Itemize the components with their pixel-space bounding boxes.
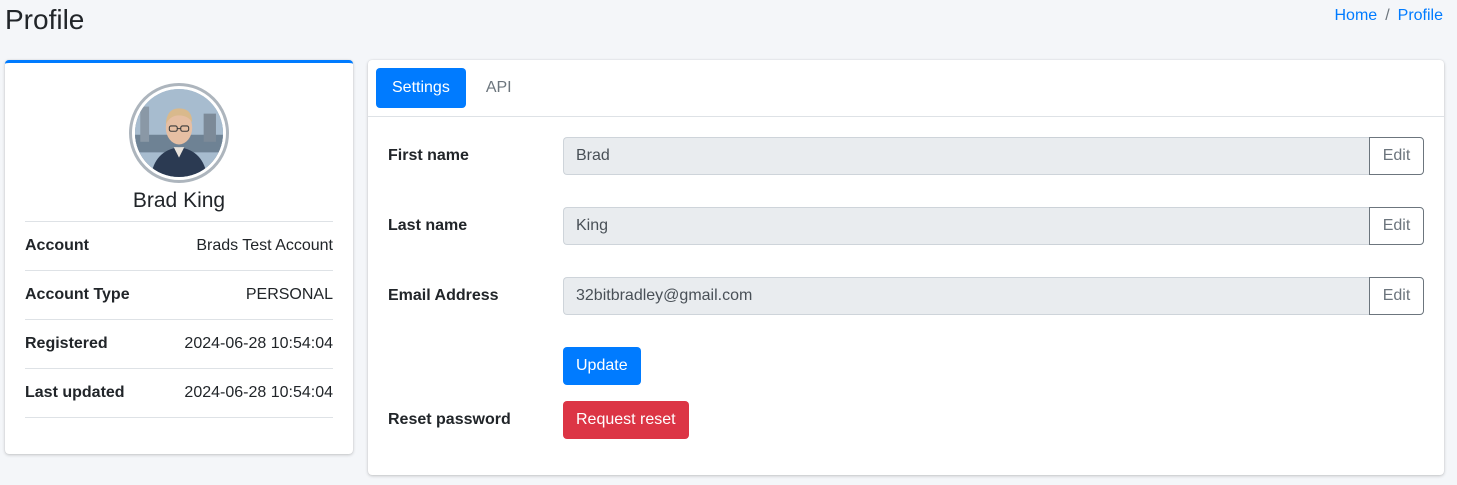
first-name-edit-button[interactable]: Edit (1369, 137, 1424, 175)
info-label: Account Type (25, 286, 130, 303)
breadcrumb: Home / Profile (1335, 7, 1444, 25)
info-row-registered: Registered 2024-06-28 10:54:04 (25, 320, 333, 369)
first-name-row: First name Edit (388, 137, 1424, 175)
first-name-group: Edit (563, 137, 1424, 175)
avatar (129, 83, 229, 183)
email-label: Email Address (388, 287, 499, 304)
profile-card: Brad King Account Brads Test Account Acc… (5, 60, 353, 454)
last-name-label: Last name (388, 217, 468, 234)
settings-card: Settings API First name Edit Last name E… (368, 60, 1444, 475)
tab-bar: Settings API (368, 60, 1444, 117)
page-title: Profile (5, 4, 85, 35)
email-row: Email Address Edit (388, 277, 1424, 315)
info-value: Brads Test Account (196, 237, 333, 254)
info-label: Account (25, 237, 89, 254)
info-label: Registered (25, 335, 108, 352)
breadcrumb-current-link[interactable]: Profile (1398, 7, 1443, 25)
reset-password-row: Reset password Request reset (388, 401, 1424, 439)
tab-api[interactable]: API (470, 68, 528, 108)
first-name-label: First name (388, 147, 469, 164)
last-name-group: Edit (563, 207, 1424, 245)
last-name-edit-button[interactable]: Edit (1369, 207, 1424, 245)
profile-name: Brad King (132, 189, 226, 212)
email-edit-button[interactable]: Edit (1369, 277, 1424, 315)
first-name-input[interactable] (563, 137, 1369, 175)
info-row-account-type: Account Type PERSONAL (25, 271, 333, 320)
info-value: 2024-06-28 10:54:04 (184, 384, 333, 401)
update-row: Update (388, 347, 1424, 385)
reset-password-label: Reset password (388, 411, 511, 428)
profile-info-list: Account Brads Test Account Account Type … (25, 221, 333, 418)
info-value: PERSONAL (245, 286, 333, 303)
email-group: Edit (563, 277, 1424, 315)
tab-settings[interactable]: Settings (376, 68, 466, 108)
breadcrumb-separator: / (1385, 7, 1390, 24)
info-row-account: Account Brads Test Account (25, 222, 333, 271)
email-input[interactable] (563, 277, 1369, 315)
avatar-photo (135, 89, 223, 177)
breadcrumb-home-link[interactable]: Home (1335, 7, 1378, 25)
request-reset-button[interactable]: Request reset (563, 401, 689, 439)
last-name-input[interactable] (563, 207, 1369, 245)
info-label: Last updated (25, 384, 125, 401)
person-photo-icon (135, 89, 223, 177)
last-name-row: Last name Edit (388, 207, 1424, 245)
info-value: 2024-06-28 10:54:04 (184, 335, 333, 352)
update-button[interactable]: Update (563, 347, 641, 385)
info-row-last-updated: Last updated 2024-06-28 10:54:04 (25, 369, 333, 418)
